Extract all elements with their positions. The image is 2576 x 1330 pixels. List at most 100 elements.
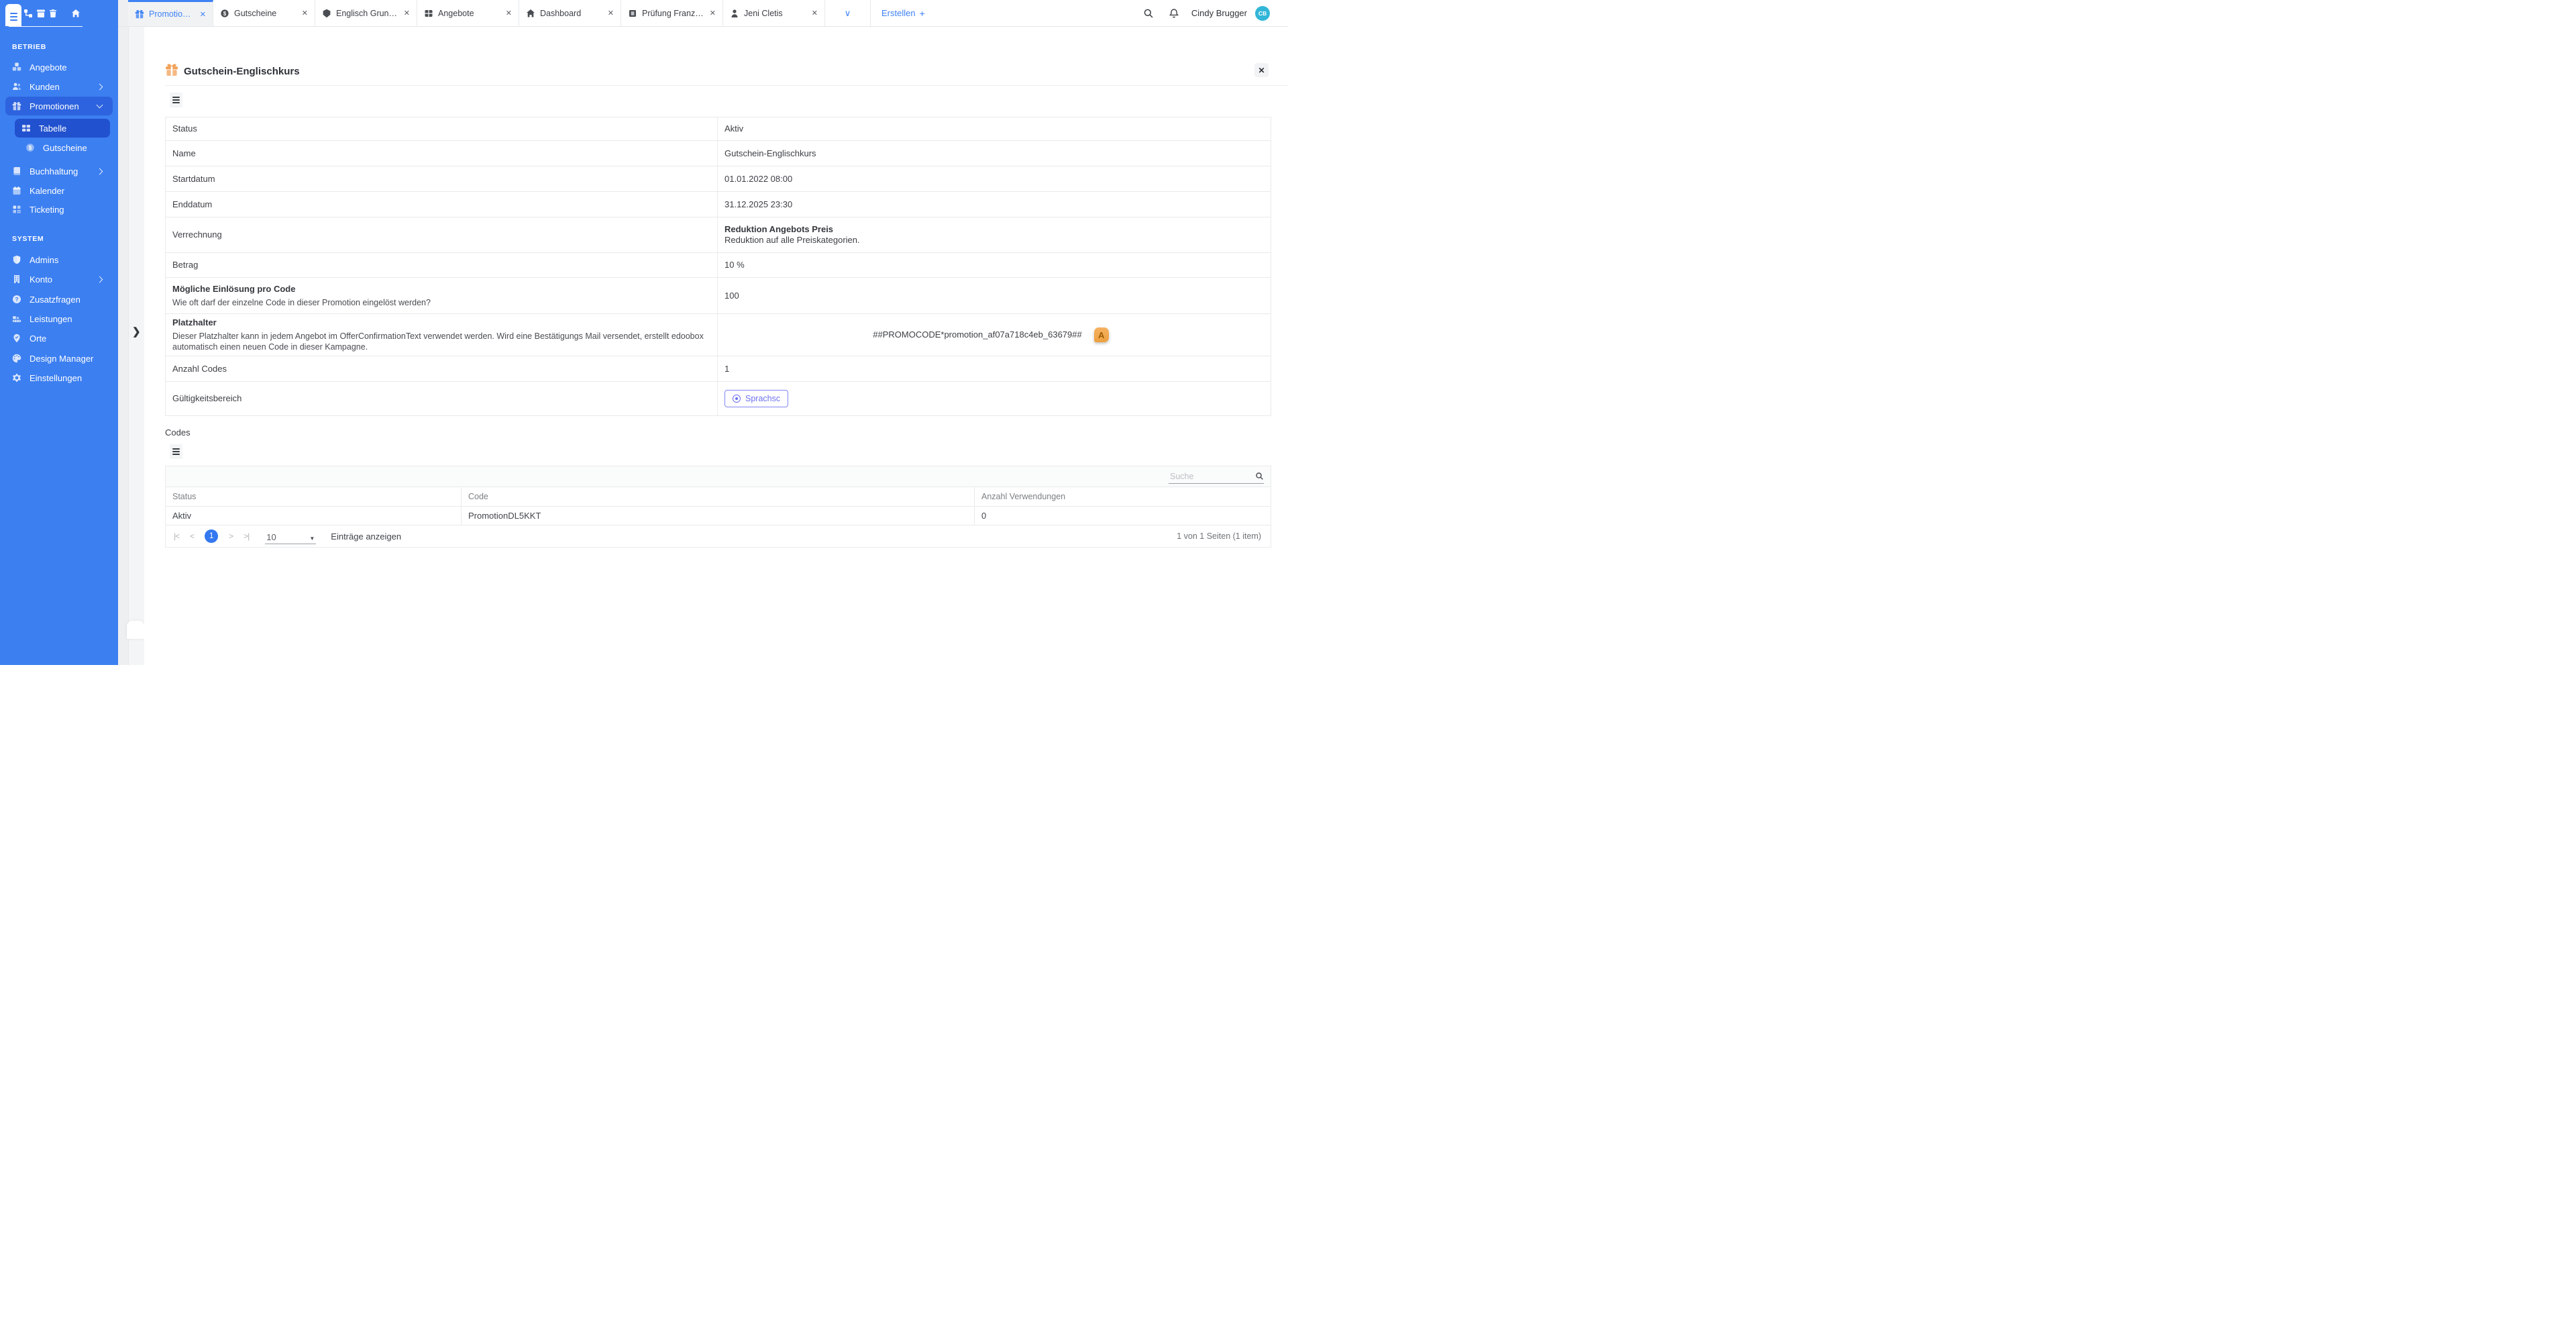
close-tab-icon[interactable]: ✕ <box>812 9 818 17</box>
home-icon[interactable] <box>71 9 80 18</box>
sidebar-item-orte[interactable]: Orte <box>5 329 113 348</box>
create-tab-button[interactable]: Erstellen + <box>871 0 936 26</box>
hierarchy-icon[interactable] <box>23 9 33 18</box>
sidebar-item-konto[interactable]: Konto <box>5 270 113 289</box>
table-row: Startdatum 01.01.2022 08:00 <box>166 166 1271 192</box>
trash-icon[interactable] <box>48 9 58 18</box>
chevron-right-icon <box>97 276 103 283</box>
code-value: PromotionDL5KKT <box>462 507 975 525</box>
row-value-primary: Reduktion Angebots Preis <box>724 224 1257 235</box>
hamburger-icon <box>172 97 180 98</box>
page-size-select[interactable]: 10 ▼ <box>265 529 316 544</box>
sidebar-item-admins[interactable]: Admins <box>5 250 113 269</box>
hamburger-icon <box>172 448 180 450</box>
sidebar-item-einstellungen[interactable]: Einstellungen <box>5 368 113 387</box>
sidebar-item-kalender[interactable]: Kalender <box>5 181 113 200</box>
sidebar-item-promotionen[interactable]: Promotionen <box>5 97 113 115</box>
voucher-badge-icon: $ <box>25 143 38 152</box>
pagination-summary: 1 von 1 Seiten (1 item) <box>1177 531 1261 541</box>
sidebar-item-gutscheine[interactable]: $ Gutscheine <box>5 138 113 157</box>
next-page-button[interactable]: > <box>229 531 233 541</box>
topbar-right-cluster: Cindy Brugger CB <box>1128 0 1288 26</box>
promotion-detail-table: Status Aktiv Name Gutschein-Englischkurs… <box>165 117 1271 416</box>
column-header-usages[interactable]: Anzahl Verwendungen <box>975 487 1271 506</box>
codes-table: Suche Status Code Anzahl Verwendungen Ak… <box>165 466 1271 548</box>
table-row: Enddatum 31.12.2025 23:30 <box>166 192 1271 217</box>
archive-icon[interactable] <box>36 9 46 18</box>
sidebar-item-kunden[interactable]: Kunden <box>5 77 113 96</box>
first-page-button[interactable]: |< <box>174 531 179 541</box>
scope-language-school-button[interactable]: Sprachsc <box>724 390 788 407</box>
sidebar-item-design-manager[interactable]: Design Manager <box>5 349 113 368</box>
search-placeholder: Suche <box>1170 472 1193 481</box>
close-panel-button[interactable]: ✕ <box>1254 63 1269 77</box>
tab-englisch-grundlagen[interactable]: Englisch Grundl… ✕ <box>315 0 417 26</box>
prev-page-button[interactable]: < <box>190 531 194 541</box>
table-row: Verrechnung Reduktion Angebots Preis Red… <box>166 217 1271 253</box>
close-tab-icon[interactable]: ✕ <box>200 10 206 19</box>
avatar[interactable]: CB <box>1255 6 1270 21</box>
close-tab-icon[interactable]: ✕ <box>608 9 614 17</box>
page-title: Gutschein-Englischkurs <box>184 66 300 77</box>
column-header-code[interactable]: Code <box>462 487 975 506</box>
voucher-badge-icon: $ <box>220 9 229 18</box>
search-icon[interactable] <box>1255 472 1264 480</box>
radio-icon <box>733 395 741 403</box>
table-icon <box>424 9 433 18</box>
users-icon <box>12 82 24 91</box>
detail-menu-button[interactable] <box>170 93 182 107</box>
user-name[interactable]: Cindy Brugger <box>1191 8 1247 18</box>
home-icon <box>526 9 535 18</box>
sidebar-item-angebote[interactable]: Angebote <box>5 58 113 76</box>
row-label: Anzahl Codes <box>172 364 704 374</box>
row-label-description: Dieser Platzhalter kann in jedem Angebot… <box>172 331 704 352</box>
row-value: 1 <box>724 364 1257 374</box>
sidebar-item-tabelle[interactable]: Tabelle <box>15 119 110 138</box>
table-row: Gültigkeitsbereich Sprachsc <box>166 382 1271 415</box>
last-page-button[interactable]: >| <box>244 531 249 541</box>
row-label: Status <box>172 123 704 134</box>
row-value: Gutschein-Englischkurs <box>724 148 1257 159</box>
tab-jeni-cletis[interactable]: Jeni Cletis ✕ <box>723 0 825 26</box>
table-row: Name Gutschein-Englischkurs <box>166 141 1271 166</box>
codes-data-row[interactable]: Aktiv PromotionDL5KKT 0 <box>166 506 1271 525</box>
gift-icon <box>135 9 144 19</box>
bell-icon[interactable] <box>1169 8 1179 19</box>
question-circle-icon: ? <box>12 295 24 304</box>
chevron-right-icon <box>97 168 103 174</box>
column-header-status[interactable]: Status <box>166 487 462 506</box>
tab-promotionen[interactable]: Promotionen ✕ <box>128 0 213 26</box>
tab-overflow-dropdown[interactable]: ∨ <box>825 0 871 26</box>
close-tab-icon[interactable]: ✕ <box>302 9 308 17</box>
search-input[interactable]: Suche <box>1169 470 1264 484</box>
sidebar-toggle-button[interactable] <box>5 4 21 26</box>
sidebar-item-ticketing[interactable]: Ticketing <box>5 200 113 219</box>
tab-dashboard[interactable]: Dashboard ✕ <box>519 0 621 26</box>
row-label: Mögliche Einlösung pro Code <box>172 284 704 295</box>
row-value: 01.01.2022 08:00 <box>724 174 1257 185</box>
ticket-qr-icon <box>12 205 24 214</box>
search-icon[interactable] <box>1143 8 1154 19</box>
tab-pruefung-franzoesisch[interactable]: Prüfung Französi… ✕ <box>621 0 723 26</box>
sidebar-item-buchhaltung[interactable]: Buchhaltung <box>5 162 113 181</box>
table-row: Platzhalter Dieser Platzhalter kann in j… <box>166 314 1271 356</box>
tab-angebote[interactable]: Angebote ✕ <box>417 0 519 26</box>
hamburger-icon <box>10 13 17 14</box>
row-label: Betrag <box>172 260 704 270</box>
sidebar-item-zusatzfragen[interactable]: ? Zusatzfragen <box>5 290 113 309</box>
sidebar-item-leistungen[interactable]: Leistungen <box>5 309 113 328</box>
row-value: 10 % <box>724 260 1257 270</box>
sidebar: BETRIEB Angebote Kunden Promotionen <box>0 0 118 665</box>
close-tab-icon[interactable]: ✕ <box>404 9 410 17</box>
gift-icon <box>165 63 178 76</box>
codes-toolbar: Suche <box>166 466 1271 487</box>
main-content: Gutschein-Englischkurs ✕ Status Aktiv Na… <box>144 26 1288 665</box>
row-label-description: Wie oft darf der einzelne Code in dieser… <box>172 297 704 308</box>
close-tab-icon[interactable]: ✕ <box>710 9 716 17</box>
close-tab-icon[interactable]: ✕ <box>506 9 512 17</box>
codes-menu-button[interactable] <box>170 444 182 459</box>
expand-panel-button[interactable]: ❯ <box>132 325 141 338</box>
gear-icon <box>12 373 24 382</box>
tab-gutscheine[interactable]: $ Gutscheine ✕ <box>213 0 315 26</box>
current-page-button[interactable]: 1 <box>205 529 218 543</box>
